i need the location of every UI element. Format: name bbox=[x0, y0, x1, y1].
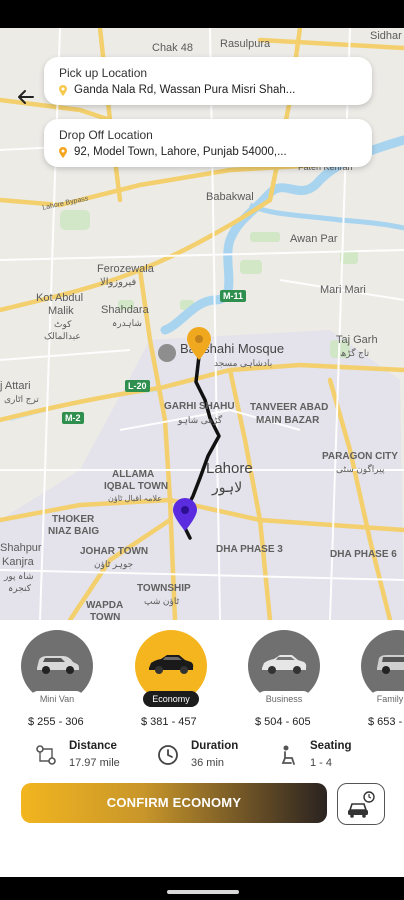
map-label-shahdara-ur: شاہدرہ bbox=[112, 318, 142, 328]
confirm-economy-button[interactable]: CONFIRM ECONOMY bbox=[21, 783, 327, 823]
status-bar bbox=[0, 0, 404, 28]
dropoff-address: 92, Model Town, Lahore, Punjab 54000,... bbox=[74, 146, 287, 158]
map-label-babakwal: Babakwal bbox=[206, 191, 254, 203]
map-label-shahdara: Shahdara bbox=[101, 304, 149, 316]
map-label-kot-ur: کوٹ bbox=[54, 319, 72, 329]
map-label-thoker: THOKER bbox=[52, 514, 95, 525]
vehicle-price: $ 653 - bbox=[368, 716, 403, 728]
distance-value: 17.97 mile bbox=[69, 757, 120, 769]
map-label-ferozewala-ur: فیروزوالا bbox=[100, 277, 137, 288]
route-icon bbox=[36, 745, 56, 765]
car-icon bbox=[37, 656, 79, 674]
map-label-malik: Malik bbox=[48, 305, 74, 317]
location-pin-icon bbox=[59, 147, 67, 158]
mosque-icon bbox=[158, 344, 176, 362]
map-label-rasulpura: Rasulpura bbox=[220, 38, 271, 50]
map-label-ferozewala: Ferozewala bbox=[97, 263, 154, 275]
scheduled-car-icon bbox=[348, 791, 375, 818]
distance-label: Distance bbox=[69, 740, 117, 752]
map-label-kanjra-ur: کنجرہ bbox=[8, 583, 32, 593]
map-label-sidhar: Sidhar bbox=[370, 30, 402, 42]
map-label-awan-par: Awan Par bbox=[290, 233, 338, 245]
clock-icon bbox=[158, 745, 178, 765]
map-label-shahpur: Shahpur bbox=[0, 542, 42, 554]
map-label-kot-abdul: Kot Abdul bbox=[36, 292, 84, 304]
road-shield-l20: L-20 bbox=[125, 380, 150, 392]
dropoff-location-card[interactable]: Drop Off Location 92, Model Town, Lahore… bbox=[44, 119, 372, 167]
map-view[interactable]: Chak 48 Rasulpura Sidhar Fateh Kehran La… bbox=[0, 28, 404, 620]
vehicle-price: $ 504 - 605 bbox=[255, 716, 311, 728]
car-icon bbox=[377, 655, 404, 674]
vehicle-price: $ 255 - 306 bbox=[28, 716, 84, 728]
seat-icon bbox=[281, 745, 295, 765]
map-label-dha6: DHA PHASE 6 bbox=[330, 549, 397, 560]
vehicle-name: Family bbox=[370, 691, 404, 707]
map-label-chak48: Chak 48 bbox=[152, 42, 193, 54]
navigation-bar bbox=[0, 877, 404, 900]
map-label-kot-ur2: عبدالمالک bbox=[44, 331, 81, 341]
dropoff-pin-icon[interactable] bbox=[172, 498, 198, 532]
schedule-ride-button[interactable] bbox=[337, 783, 385, 825]
pickup-location-card[interactable]: Pick up Location Ganda Nala Rd, Wassan P… bbox=[44, 57, 372, 105]
map-label-tanveer: TANVEER ABAD bbox=[250, 402, 329, 413]
map-label-garhi-shahu: GARHI SHAHU bbox=[164, 401, 235, 412]
map-label-johar-ur: جوہر ٹاؤن bbox=[94, 559, 134, 569]
vehicle-price: $ 381 - 457 bbox=[141, 716, 197, 728]
vehicle-name: Mini Van bbox=[30, 691, 84, 707]
back-arrow-icon[interactable] bbox=[14, 86, 38, 110]
map-label-garhi-ur: گڑھی شاہو bbox=[178, 415, 223, 425]
map-label-badshahi-ur: بادشاہی مسجد bbox=[214, 358, 273, 368]
map-label-wapda-town: TOWN bbox=[90, 612, 121, 620]
road-shield-m11: M-11 bbox=[220, 290, 247, 302]
map-label-wapda: WAPDA bbox=[86, 600, 124, 611]
map-label-allama: ALLAMA bbox=[112, 469, 155, 480]
pickup-title: Pick up Location bbox=[59, 66, 148, 80]
map-label-taj-garh: Taj Garh bbox=[336, 334, 378, 346]
map-label-johar-town: JOHAR TOWN bbox=[80, 546, 149, 557]
app-screen: Chak 48 Rasulpura Sidhar Fateh Kehran La… bbox=[0, 0, 404, 900]
map-label-iqbal-town: IQBAL TOWN bbox=[104, 481, 169, 492]
map-label-paragon: PARAGON CITY bbox=[322, 451, 398, 462]
map-label-jattari: j Attari bbox=[0, 380, 31, 392]
map-label-lahore-ur: لاہور bbox=[212, 479, 243, 495]
duration-label: Duration bbox=[191, 740, 239, 752]
seating-label: Seating bbox=[310, 740, 352, 752]
dropoff-title: Drop Off Location bbox=[59, 128, 153, 142]
seating-value: 1 - 4 bbox=[310, 757, 333, 769]
vehicle-name: Business bbox=[257, 691, 311, 707]
map-label-jattari-ur: ترج اٹاری bbox=[4, 394, 39, 404]
map-label-township-ur: ٹاؤن شپ bbox=[144, 596, 180, 606]
duration-value: 36 min bbox=[191, 757, 225, 769]
map-label-kanjra: Kanjra bbox=[2, 556, 34, 568]
map-label-dha3: DHA PHASE 3 bbox=[216, 544, 283, 555]
map-label-township: TOWNSHIP bbox=[137, 583, 191, 594]
map-label-main-bazar: MAIN BAZAR bbox=[256, 415, 320, 426]
ride-options-panel: Mini Van $ 255 - 306 Economy $ 381 - 457 bbox=[0, 620, 404, 877]
map-label-lahore: Lahore bbox=[206, 460, 253, 477]
car-icon bbox=[149, 655, 194, 674]
map-label-niaz-baig: NIAZ BAIG bbox=[48, 526, 100, 537]
map-label-allama-ur: علامہ اقبال ٹاؤن bbox=[108, 494, 163, 503]
map-label-taj-garh-ur: تاج گڑھ bbox=[340, 348, 370, 358]
home-gesture-handle[interactable] bbox=[167, 890, 239, 894]
map-label-mari-mari: Mari Mari bbox=[320, 284, 366, 296]
car-icon bbox=[262, 655, 307, 674]
pickup-address: Ganda Nala Rd, Wassan Pura Misri Shah... bbox=[74, 84, 296, 96]
pickup-pin-icon[interactable] bbox=[186, 327, 212, 361]
vehicle-name: Economy bbox=[143, 691, 199, 707]
map-label-paragon-ur: پیراگون سٹی bbox=[336, 464, 385, 474]
map-label-shahpur-ur: شاہ پور bbox=[4, 571, 34, 581]
road-shield-m2: M-2 bbox=[62, 412, 84, 424]
location-pin-icon bbox=[59, 85, 67, 96]
